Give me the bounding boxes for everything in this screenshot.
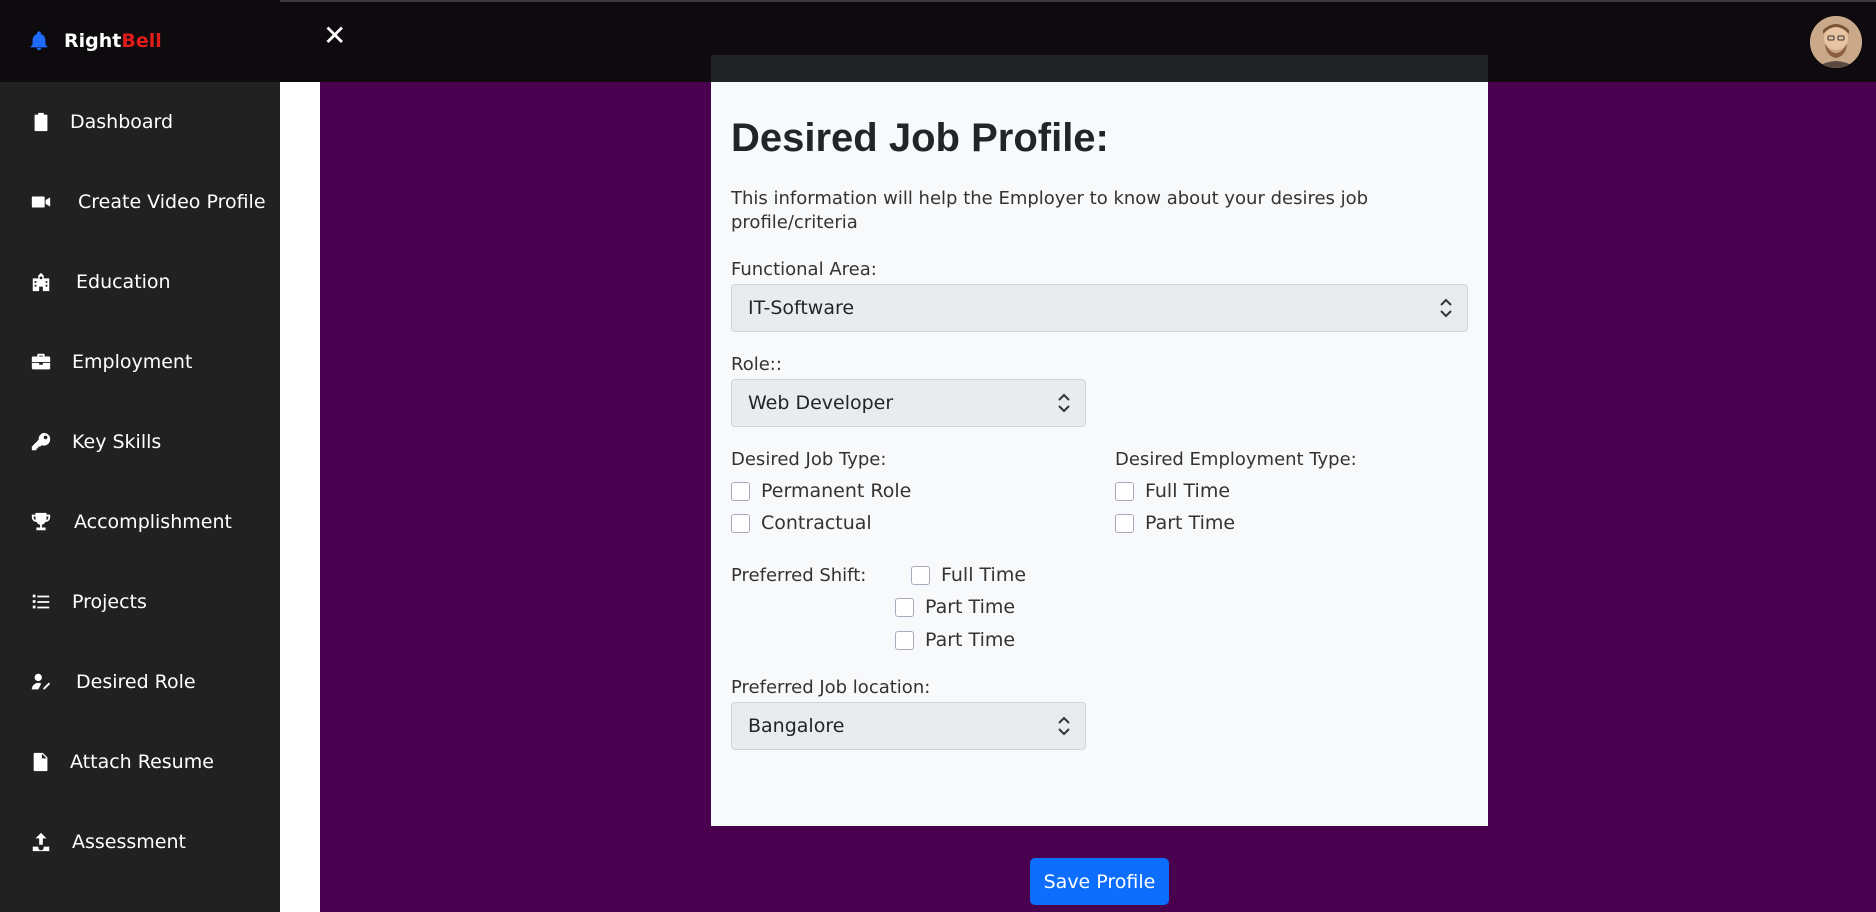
- job-type-label: Desired Job Type:: [731, 449, 887, 470]
- job-type-row: Desired Job Type: Permanent Role Contrac…: [731, 449, 1468, 539]
- preferred-shift-label: Preferred Shift:: [731, 565, 867, 586]
- checkbox[interactable]: [895, 630, 914, 650]
- key-icon: [28, 430, 54, 454]
- checkbox[interactable]: [911, 565, 930, 585]
- sidebar: RightBell Dashboard Create Video Profile…: [0, 0, 280, 912]
- location-select[interactable]: Bangalore: [731, 702, 1086, 750]
- checkbox[interactable]: [1115, 481, 1134, 501]
- brand-name: RightBell: [64, 30, 162, 52]
- sidebar-item-label: Create Video Profile: [78, 191, 266, 213]
- functional-area-label: Functional Area:: [731, 259, 877, 280]
- shift-option[interactable]: Full Time: [911, 559, 1026, 591]
- chevron-up-down-icon: [1440, 298, 1452, 318]
- task-list-icon: [28, 590, 54, 614]
- close-icon[interactable]: ✕: [323, 22, 346, 50]
- checkbox[interactable]: [895, 597, 914, 617]
- preferred-shift-group: Preferred Shift: Full Time Part Time Par…: [731, 559, 1468, 663]
- bell-icon: [30, 31, 48, 51]
- sidebar-item-employment[interactable]: Employment: [0, 322, 280, 402]
- trophy-icon: [28, 510, 54, 534]
- location-label: Preferred Job location:: [731, 677, 931, 698]
- checkbox[interactable]: [1115, 513, 1134, 533]
- chevron-up-down-icon: [1058, 393, 1070, 413]
- checkbox[interactable]: [731, 513, 750, 533]
- employment-type-option[interactable]: Full Time: [1115, 475, 1357, 507]
- briefcase-icon: [28, 350, 54, 374]
- sidebar-item-education[interactable]: Education: [0, 242, 280, 322]
- upload-icon: [28, 830, 54, 854]
- clipboard-icon: [28, 110, 54, 134]
- sidebar-item-label: Desired Role: [76, 671, 196, 693]
- role-select[interactable]: Web Developer: [731, 379, 1086, 427]
- content-gutter: [280, 82, 320, 912]
- job-type-option[interactable]: Permanent Role: [731, 475, 1115, 507]
- sidebar-nav: Dashboard Create Video Profile Education…: [0, 82, 280, 882]
- sidebar-item-projects[interactable]: Projects: [0, 562, 280, 642]
- avatar[interactable]: [1810, 16, 1862, 68]
- sidebar-item-label: Employment: [72, 351, 193, 373]
- chevron-up-down-icon: [1058, 716, 1070, 736]
- sidebar-item-assessment[interactable]: Assessment: [0, 802, 280, 882]
- sidebar-item-label: Dashboard: [70, 111, 174, 133]
- role-value: Web Developer: [748, 392, 894, 414]
- sidebar-item-attach-resume[interactable]: Attach Resume: [0, 722, 280, 802]
- sidebar-item-label: Assessment: [72, 831, 186, 853]
- job-type-option[interactable]: Contractual: [731, 507, 1115, 539]
- user-edit-icon: [28, 670, 54, 694]
- sidebar-item-create-video-profile[interactable]: Create Video Profile: [0, 162, 280, 242]
- employment-type-label: Desired Employment Type:: [1115, 449, 1357, 470]
- video-camera-icon: [28, 190, 54, 214]
- desired-job-profile-card: Desired Job Profile: This information wi…: [711, 82, 1488, 826]
- checkbox[interactable]: [731, 481, 750, 501]
- shift-option[interactable]: Part Time: [895, 624, 1015, 656]
- school-icon: [28, 270, 54, 294]
- sidebar-item-label: Attach Resume: [70, 751, 214, 773]
- sidebar-item-accomplishment[interactable]: Accomplishment: [0, 482, 280, 562]
- form-description: This information will help the Employer …: [731, 188, 1369, 233]
- sidebar-item-dashboard[interactable]: Dashboard: [0, 82, 280, 162]
- sidebar-item-desired-role[interactable]: Desired Role: [0, 642, 280, 722]
- functional-area-select[interactable]: IT-Software: [731, 284, 1468, 332]
- sidebar-item-key-skills[interactable]: Key Skills: [0, 402, 280, 482]
- file-icon: [28, 750, 54, 774]
- job-type-group: Desired Job Type: Permanent Role Contrac…: [731, 449, 1115, 539]
- save-profile-button[interactable]: Save Profile: [1030, 858, 1169, 905]
- employment-type-option[interactable]: Part Time: [1115, 507, 1357, 539]
- role-label: Role::: [731, 354, 782, 375]
- shift-option[interactable]: Part Time: [895, 591, 1015, 623]
- functional-area-value: IT-Software: [748, 297, 855, 319]
- sidebar-item-label: Education: [76, 271, 171, 293]
- brand[interactable]: RightBell: [0, 0, 280, 82]
- page-title: Desired Job Profile:: [731, 116, 1109, 160]
- modal-header: [711, 55, 1488, 83]
- sidebar-item-label: Key Skills: [72, 431, 162, 453]
- employment-type-group: Desired Employment Type: Full Time Part …: [1115, 449, 1357, 539]
- location-value: Bangalore: [748, 715, 845, 737]
- sidebar-item-label: Accomplishment: [74, 511, 232, 533]
- sidebar-item-label: Projects: [72, 591, 147, 613]
